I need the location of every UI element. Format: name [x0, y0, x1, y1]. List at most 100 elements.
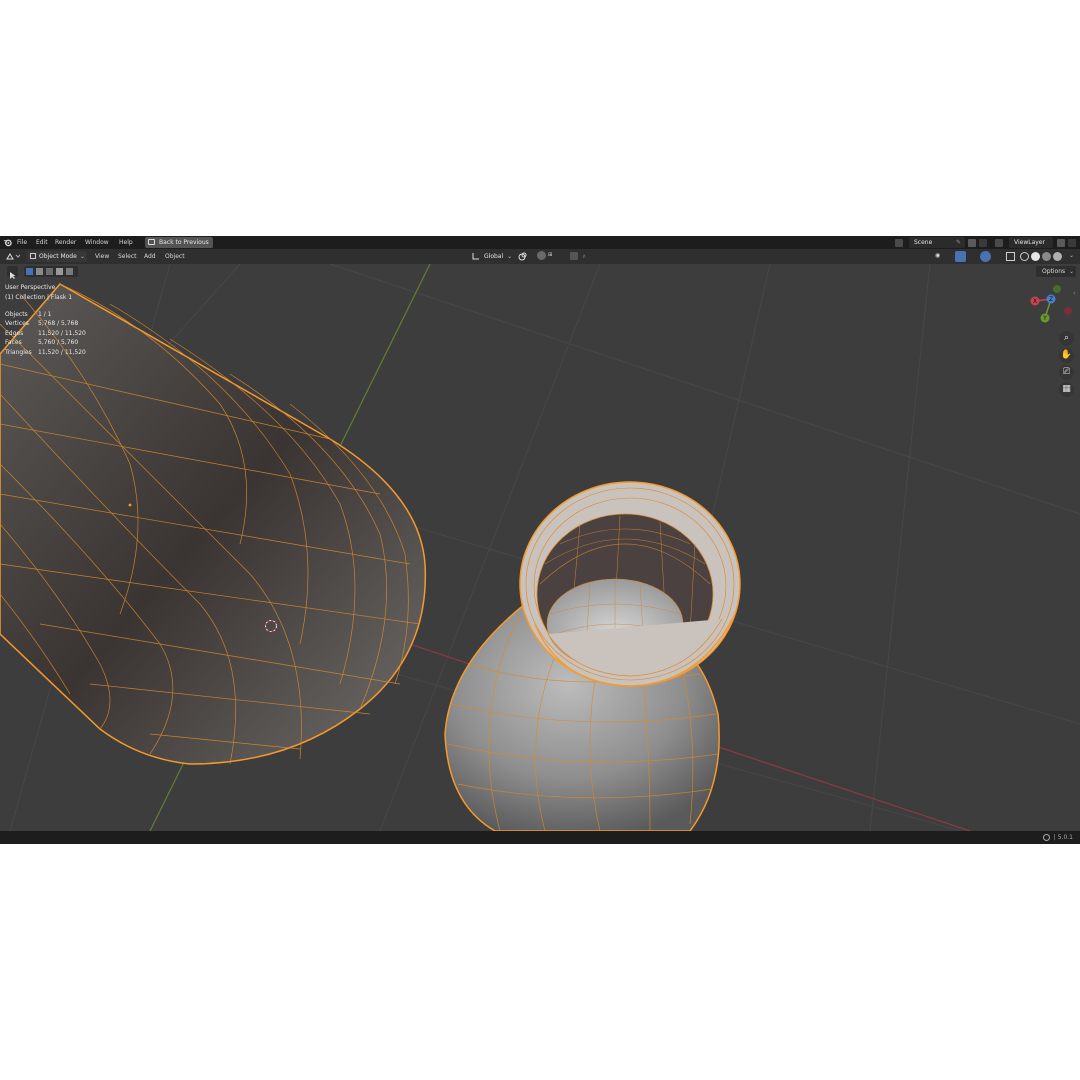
stat-value: 11,520 / 11,520 — [38, 330, 86, 337]
collection-label: (1) Collection | Flask 1 — [5, 294, 73, 301]
chevron-down-icon: ⌄ — [1069, 268, 1075, 275]
material-shading-icon[interactable] — [1042, 252, 1051, 261]
mode-label: Object Mode — [39, 253, 77, 260]
menu-file[interactable]: File — [17, 239, 27, 246]
proportional-edit-icon — [570, 252, 578, 260]
scene-browse-icon[interactable] — [895, 239, 903, 247]
rendered-shading-icon[interactable] — [1053, 252, 1062, 261]
zoom-icon[interactable]: ⌕ — [1059, 331, 1074, 346]
pivot-icon — [518, 252, 527, 261]
delete-view-layer-icon[interactable] — [1068, 239, 1076, 247]
gizmo-z-label: Z — [1049, 296, 1053, 303]
view-layer-field[interactable]: ViewLayer — [1009, 237, 1053, 248]
viewport-header: Object Mode ⌄ View Select Add Object Glo… — [0, 249, 1080, 264]
menu-window[interactable]: Window — [85, 239, 109, 246]
camera-view-icon[interactable]: ⎚ — [1059, 365, 1074, 380]
snap-icon — [537, 251, 546, 260]
cursor-arrow-icon — [10, 272, 16, 279]
blender-logo-icon[interactable] — [3, 238, 12, 247]
gizmo-neg-y[interactable] — [1053, 285, 1061, 293]
pivot-point-dropdown[interactable] — [517, 251, 535, 262]
options-button[interactable]: Options ⌄ — [1036, 266, 1076, 277]
select-new-icon[interactable] — [26, 268, 33, 275]
scene-name-label: Scene — [914, 239, 933, 246]
chevron-down-icon[interactable]: ⌄ — [1069, 252, 1074, 259]
menu-select[interactable]: Select — [118, 253, 137, 260]
select-subtract-icon[interactable] — [46, 268, 53, 275]
pan-hand-icon[interactable]: ✋ — [1059, 348, 1074, 363]
editor-type-icon[interactable] — [5, 252, 21, 261]
menu-object[interactable]: Object — [165, 253, 185, 260]
menu-add[interactable]: Add — [144, 253, 156, 260]
3d-viewport[interactable]: User Perspective (1) Collection | Flask … — [0, 264, 1080, 831]
back-to-previous-label: Back to Previous — [159, 239, 209, 246]
stat-label: Faces — [5, 339, 22, 346]
stats-vertices: Vertices 5,768 / 5,768 — [5, 320, 78, 327]
stats-objects: Objects 1 / 1 — [5, 311, 51, 318]
back-icon — [148, 239, 155, 245]
stat-label: Edges — [5, 330, 24, 337]
perspective-label: User Perspective — [5, 284, 56, 291]
gizmo-icon — [955, 251, 966, 262]
mode-selector[interactable]: Object Mode ⌄ — [27, 251, 87, 262]
select-invert-icon[interactable] — [56, 268, 63, 275]
top-menubar: File Edit Render Window Help Back to Pre… — [0, 236, 1080, 249]
overlays-toggle[interactable] — [980, 251, 1002, 262]
proportional-editing-group[interactable]: ∧ — [570, 251, 600, 262]
stat-value: 1 / 1 — [38, 311, 52, 318]
chevron-down-icon: ⌄ — [507, 253, 513, 260]
eye-icon: ◉ — [935, 252, 941, 259]
blender-window: File Edit Render Window Help Back to Pre… — [0, 236, 1080, 844]
stat-value: 11,520 / 11,520 — [38, 349, 86, 356]
view-layer-label: ViewLayer — [1014, 239, 1045, 246]
menu-render[interactable]: Render — [55, 239, 76, 246]
status-bar: | 5.0.1 — [0, 831, 1080, 844]
capsule-object — [0, 283, 427, 765]
gizmo-x-label: X — [1033, 298, 1037, 305]
gizmo-y-label: Y — [1042, 315, 1047, 322]
falloff-icon: ∧ — [582, 253, 587, 260]
stat-value: 5,768 / 5,768 — [38, 320, 79, 327]
new-scene-icon[interactable] — [968, 239, 976, 247]
object-mode-icon — [30, 253, 36, 259]
new-view-layer-icon[interactable] — [1057, 239, 1065, 247]
flask-object — [444, 481, 741, 831]
gizmo-toggle[interactable] — [955, 251, 977, 262]
scene-name-field[interactable]: Scene ✎ — [909, 237, 965, 248]
globe-icon — [1043, 834, 1050, 841]
menu-view[interactable]: View — [95, 253, 109, 260]
menu-edit[interactable]: Edit — [36, 239, 48, 246]
transform-orientation-dropdown[interactable]: Global ⌄ — [470, 251, 514, 262]
perspective-toggle-icon[interactable]: ▦ — [1059, 382, 1074, 397]
stat-label: Triangles — [5, 349, 32, 356]
viewport-scene — [0, 264, 1080, 831]
delete-scene-icon[interactable] — [979, 239, 987, 247]
object-origin — [128, 503, 132, 507]
stats-triangles: Triangles 11,520 / 11,520 — [5, 349, 86, 356]
stats-edges: Edges 11,520 / 11,520 — [5, 330, 86, 337]
snapping-group[interactable]: ⊞ — [537, 251, 569, 262]
solid-shading-icon[interactable] — [1031, 252, 1040, 261]
stat-value: 5,760 / 5,760 — [38, 339, 79, 346]
chevron-down-icon: ⌄ — [80, 253, 86, 260]
version-label: | 5.0.1 — [1053, 834, 1073, 841]
orientation-icon — [472, 253, 479, 260]
select-extend-icon[interactable] — [36, 268, 43, 275]
navigation-gizmo[interactable]: X Z Y — [1026, 282, 1080, 330]
snap-target-icon: ⊞ — [548, 252, 553, 258]
menu-help[interactable]: Help — [119, 239, 133, 246]
back-to-previous-button[interactable]: Back to Previous — [145, 237, 213, 248]
select-intersect-icon[interactable] — [66, 268, 73, 275]
selection-mode-group[interactable] — [24, 266, 78, 277]
stat-label: Vertices — [5, 320, 29, 327]
visibility-dropdown[interactable]: ◉ — [935, 251, 953, 262]
options-label: Options — [1042, 268, 1066, 275]
xray-toggle-icon[interactable] — [1006, 252, 1015, 261]
pin-icon: ✎ — [956, 239, 962, 246]
select-tool-button[interactable] — [7, 266, 18, 279]
wireframe-shading-icon[interactable] — [1020, 252, 1029, 261]
view-layer-browse-icon[interactable] — [995, 239, 1003, 247]
gizmo-neg-x[interactable] — [1064, 307, 1072, 315]
shading-mode-group[interactable] — [1020, 251, 1066, 262]
overlays-icon — [980, 251, 991, 262]
